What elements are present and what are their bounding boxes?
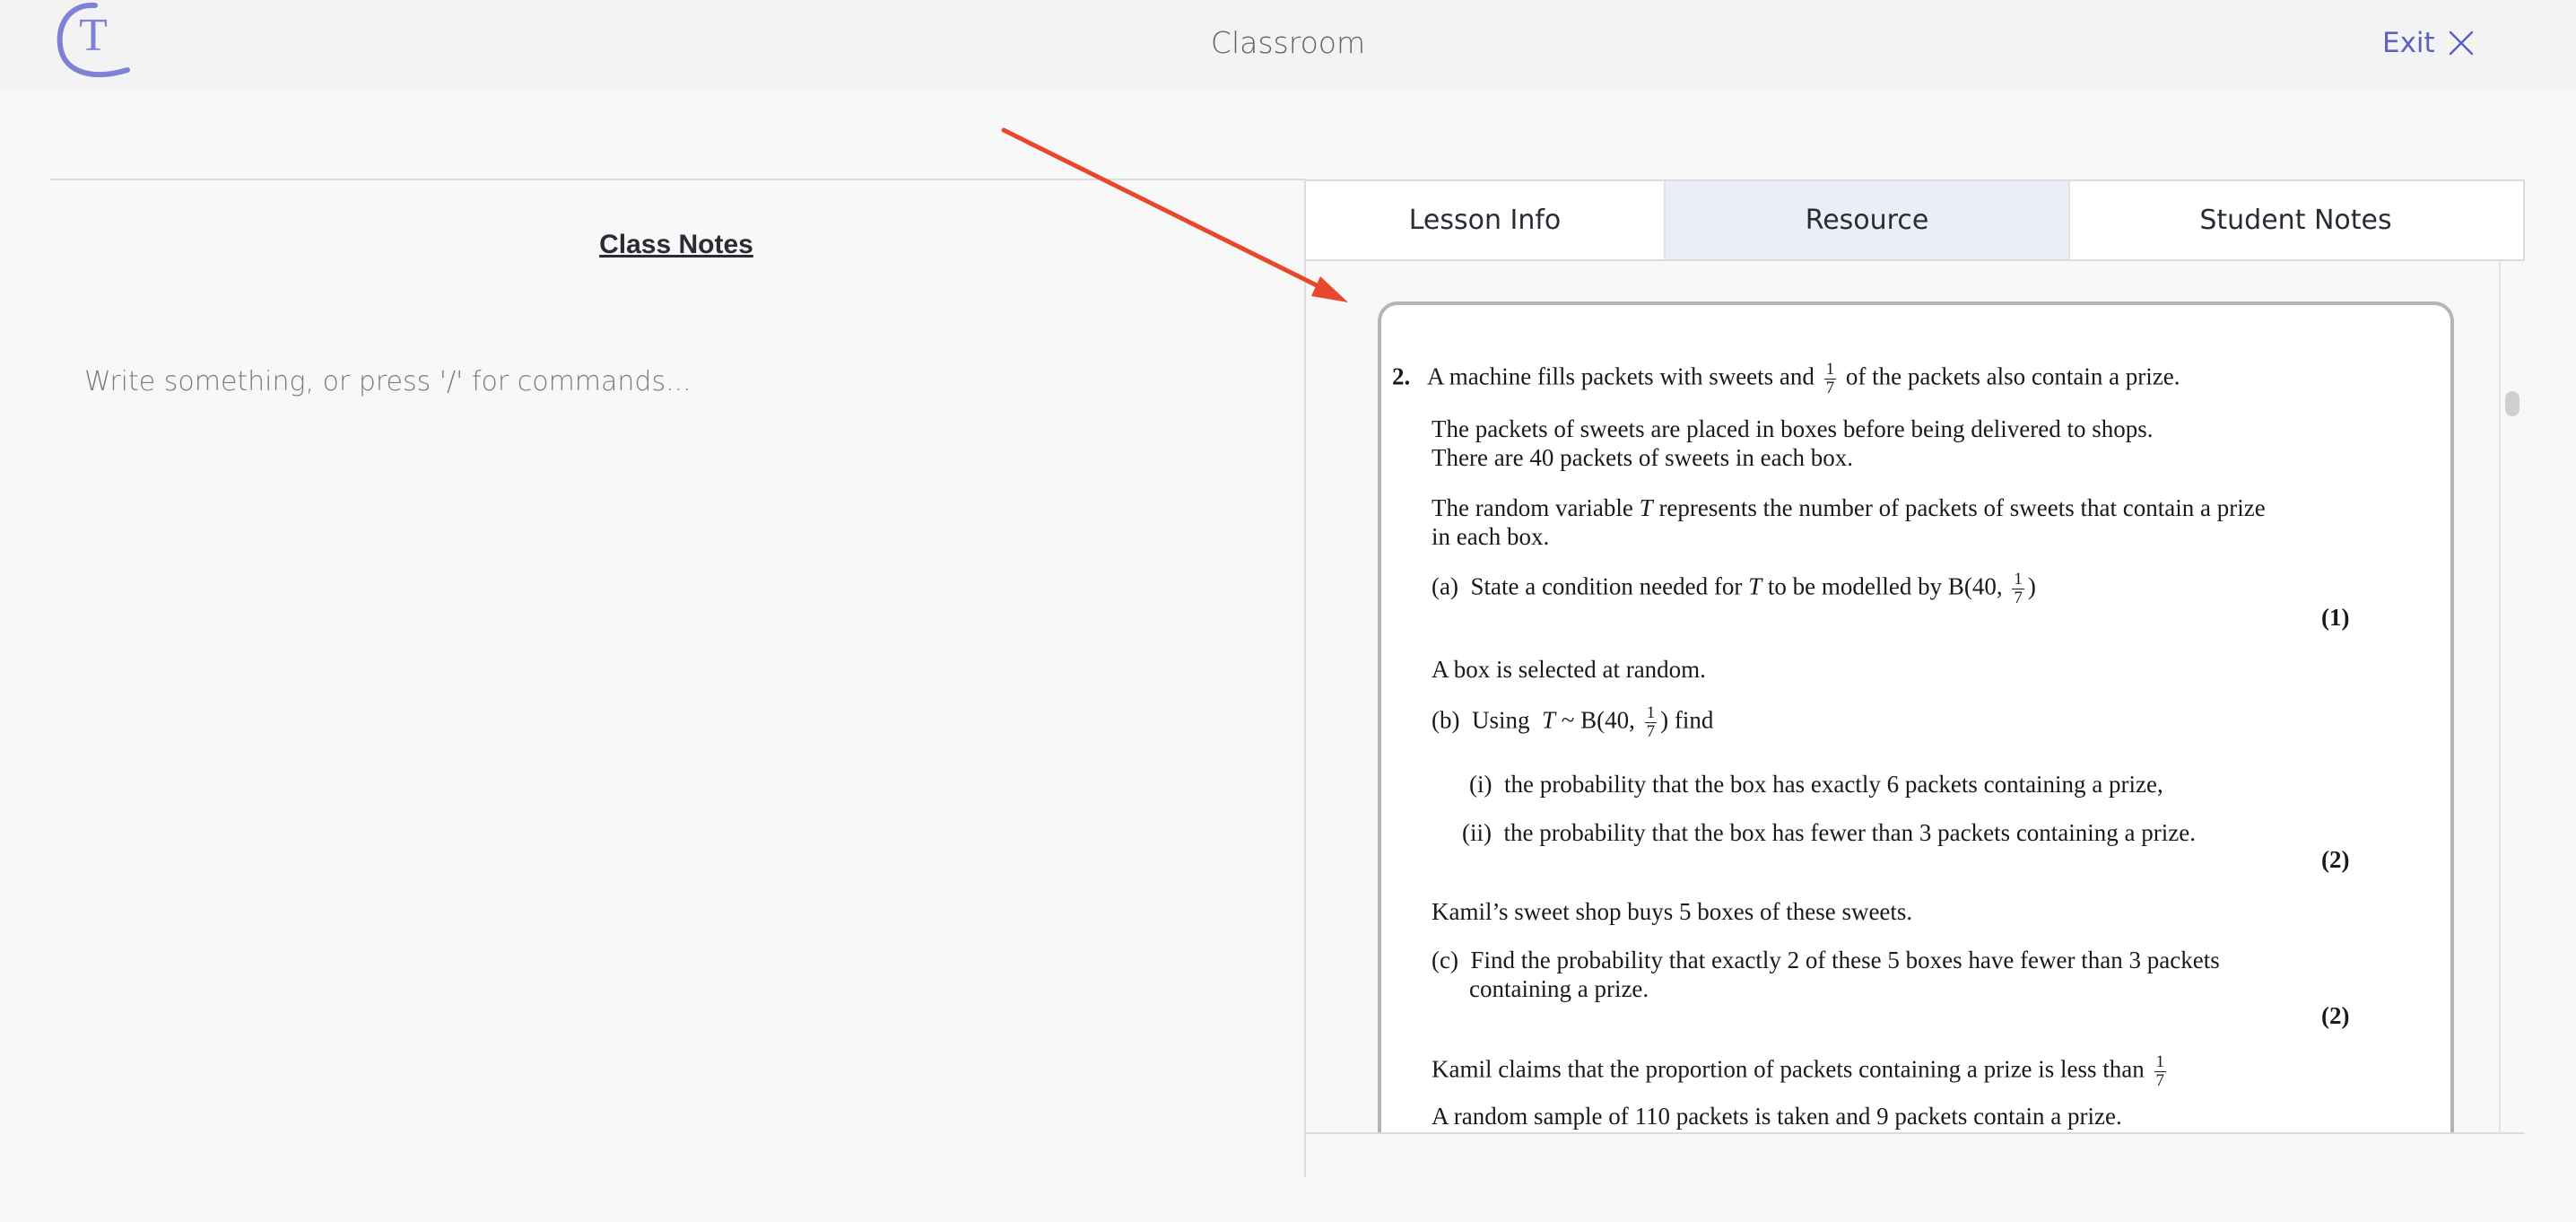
divider <box>49 179 1305 180</box>
scrollbar-thumb[interactable] <box>2505 391 2519 416</box>
paragraph: in each box. <box>1432 523 1550 550</box>
part-c: (c) Find the probability that exactly 2 … <box>1432 947 2220 973</box>
tab-student-notes[interactable]: Student Notes <box>2068 181 2521 259</box>
paragraph: Kamil’s sweet shop buys 5 boxes of these… <box>1432 898 1913 925</box>
paragraph: There are 40 packets of sweets in each b… <box>1432 444 1854 471</box>
paragraph: A box is selected at random. <box>1432 656 1706 683</box>
tab-lesson-info[interactable]: Lesson Info <box>1306 181 1664 259</box>
notes-editor[interactable]: Write something, or press '/' for comman… <box>84 366 692 397</box>
fraction: 17 <box>1823 360 1837 397</box>
exit-button[interactable]: Exit <box>2382 27 2475 59</box>
app-header: T Classroom Exit <box>0 0 2576 90</box>
divider <box>1306 1132 2525 1134</box>
question-number: 2. <box>1392 362 1411 390</box>
paragraph: A random sample of 110 packets is taken … <box>1432 1103 2122 1130</box>
marks-label: (2) <box>2321 1002 2350 1029</box>
tab-resource[interactable]: Resource <box>1664 181 2068 259</box>
question-document: 2. A machine fills packets with sweets a… <box>1378 301 2454 1132</box>
part-b: (b) Using T ~ B(40, 1 7) find <box>1432 703 1714 741</box>
claim: Kamil claims that the proportion of pack… <box>1432 1052 2167 1090</box>
paragraph: The packets of sweets are placed in boxe… <box>1432 415 2154 442</box>
question-intro: 2. A machine fills packets with sweets a… <box>1392 360 2180 397</box>
marks-label: (1) <box>2321 604 2350 631</box>
resource-viewer[interactable]: 2. A machine fills packets with sweets a… <box>1306 261 2525 1132</box>
part-c-continued: containing a prize. <box>1469 975 1649 1002</box>
class-notes-heading: Class Notes <box>599 230 753 259</box>
editor-placeholder: Write something, or press '/' for comman… <box>84 366 692 397</box>
tab-bar: Lesson Info Resource Student Notes <box>1306 179 2525 261</box>
close-icon <box>2449 31 2473 56</box>
right-pane: Lesson Info Resource Student Notes 2. A … <box>1304 179 2525 1177</box>
marks-label: (2) <box>2321 846 2350 873</box>
page-title: Classroom <box>1210 25 1366 60</box>
paragraph: The random variable T represents the num… <box>1432 494 2266 521</box>
part-b-ii: (ii) the probability that the box has fe… <box>1462 819 2196 846</box>
part-b-i: (i) the probability that the box has exa… <box>1469 771 2163 798</box>
exit-label: Exit <box>2382 27 2435 59</box>
part-a: (a) State a condition needed for T to be… <box>1432 570 2036 607</box>
